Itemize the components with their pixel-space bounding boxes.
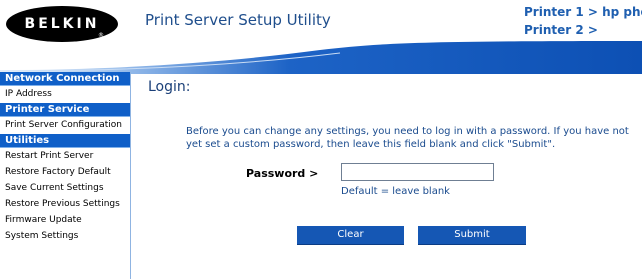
sidebar-item-save-current-settings[interactable]: Save Current Settings <box>0 180 130 196</box>
logo-text: BELKIN <box>24 16 100 32</box>
sidebar-item-print-server-configuration[interactable]: Print Server Configuration <box>0 117 130 134</box>
section-utilities: Utilities <box>0 134 130 148</box>
sidebar-item-ip-address[interactable]: IP Address <box>0 86 130 103</box>
registered-mark: ® <box>98 32 104 39</box>
clear-button[interactable]: Clear <box>297 226 404 245</box>
app-title: Print Server Setup Utility <box>145 11 331 29</box>
login-instructions: Before you can change any settings, you … <box>186 126 629 150</box>
section-printer-service: Printer Service <box>0 103 130 117</box>
password-hint: Default = leave blank <box>341 186 450 197</box>
password-label: Password > <box>246 167 319 180</box>
sidebar-item-restore-factory-default[interactable]: Restore Factory Default <box>0 164 130 180</box>
sidebar-item-firmware-update[interactable]: Firmware Update <box>0 212 130 228</box>
belkin-logo: BELKIN ® <box>6 6 118 42</box>
sidebar-item-restore-previous-settings[interactable]: Restore Previous Settings <box>0 196 130 212</box>
sidebar-item-restart-print-server[interactable]: Restart Print Server <box>0 148 130 164</box>
printer-2-link[interactable]: Printer 2 > <box>524 23 598 37</box>
submit-button[interactable]: Submit <box>418 226 526 245</box>
sidebar-item-system-settings[interactable]: System Settings <box>0 228 130 244</box>
printer-1-link[interactable]: Printer 1 > hp photos <box>524 5 642 19</box>
sidebar: Network Connection IP Address Printer Se… <box>0 72 131 279</box>
header-swoosh <box>0 41 642 74</box>
password-input[interactable] <box>341 163 494 181</box>
section-network-connection: Network Connection <box>0 72 130 86</box>
page-title: Login: <box>148 79 191 95</box>
